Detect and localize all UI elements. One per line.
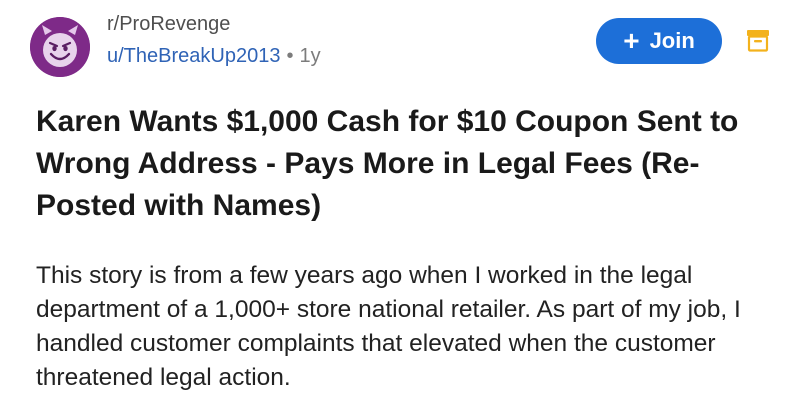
post-age: 1y bbox=[299, 45, 321, 67]
archive-box-icon[interactable] bbox=[745, 27, 771, 53]
author-username[interactable]: u/TheBreakUp2013 bbox=[107, 45, 280, 67]
author-line: u/TheBreakUp2013 • 1y bbox=[107, 44, 321, 68]
plus-icon: + bbox=[623, 25, 640, 56]
post-body: This story is from a few years ago when … bbox=[36, 262, 741, 391]
post-meta: r/ProRevenge u/TheBreakUp2013 • 1y bbox=[107, 12, 321, 68]
subreddit-avatar[interactable] bbox=[30, 17, 90, 77]
smiling-devil-icon bbox=[30, 17, 90, 77]
post-header: r/ProRevenge u/TheBreakUp2013 • 1y + Join bbox=[0, 0, 800, 90]
meta-separator: • bbox=[286, 45, 294, 67]
join-button[interactable]: + Join bbox=[596, 18, 722, 64]
join-label: Join bbox=[649, 28, 695, 53]
post-title[interactable]: Karen Wants $1,000 Cash for $10 Coupon S… bbox=[36, 101, 766, 227]
subreddit-name[interactable]: r/ProRevenge bbox=[107, 12, 321, 36]
